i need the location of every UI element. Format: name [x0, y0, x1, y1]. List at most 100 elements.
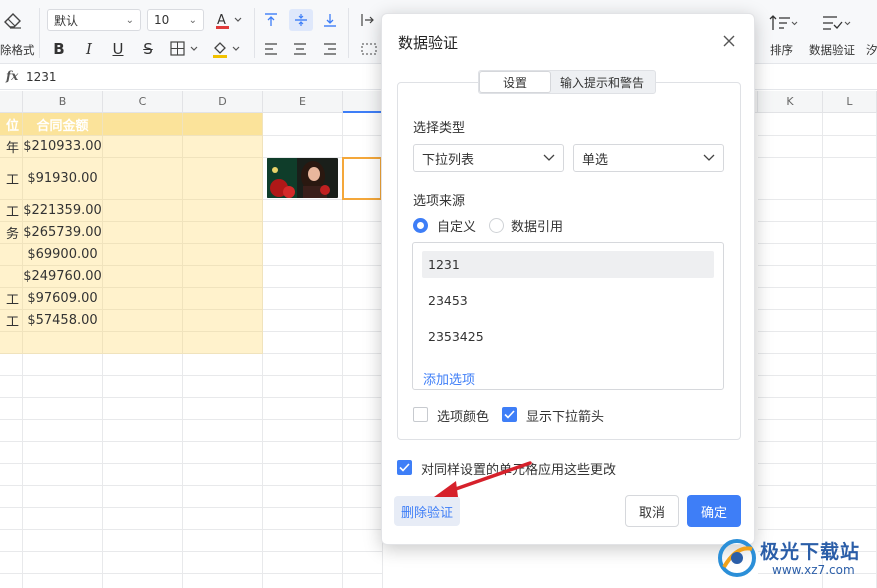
show-arrow-checkbox[interactable]	[502, 407, 517, 422]
sheet-cell[interactable]	[823, 486, 877, 508]
underline-icon[interactable]: U	[108, 38, 128, 60]
sheet-cell[interactable]	[758, 420, 823, 442]
sheet-cell[interactable]	[343, 442, 383, 464]
sheet-cell[interactable]	[103, 222, 183, 244]
sheet-cell[interactable]	[758, 464, 823, 486]
sheet-cell[interactable]	[103, 354, 183, 376]
bold-icon[interactable]: B	[49, 38, 69, 60]
sheet-cell[interactable]	[263, 266, 343, 288]
font-size-select[interactable]: 10 ⌄	[147, 9, 204, 31]
sheet-cell[interactable]	[263, 200, 343, 222]
sheet-cell-amount[interactable]: $57458.00	[23, 310, 103, 332]
sheet-cell[interactable]	[263, 354, 343, 376]
sheet-cell[interactable]	[263, 332, 343, 354]
sheet-cell[interactable]	[0, 464, 23, 486]
sheet-cell[interactable]	[23, 464, 103, 486]
sheet-cell[interactable]	[183, 530, 263, 552]
column-header-a[interactable]	[0, 91, 23, 113]
sheet-cell-a[interactable]: 工	[0, 158, 23, 200]
sheet-cell[interactable]	[263, 464, 343, 486]
fill-color-icon[interactable]	[210, 38, 246, 60]
column-header-c[interactable]: C	[103, 91, 183, 113]
sheet-cell[interactable]	[23, 486, 103, 508]
sheet-cell[interactable]	[263, 398, 343, 420]
sheet-cell-a[interactable]: 工	[0, 288, 23, 310]
sheet-cell[interactable]	[0, 398, 23, 420]
sheet-cell[interactable]	[183, 158, 263, 200]
sheet-cell[interactable]	[183, 354, 263, 376]
sheet-cell[interactable]	[263, 376, 343, 398]
sheet-cell[interactable]	[823, 464, 877, 486]
sheet-cell[interactable]	[0, 420, 23, 442]
sheet-cell[interactable]	[103, 136, 183, 158]
sheet-cell[interactable]	[23, 332, 103, 354]
sheet-cell-a[interactable]	[0, 266, 23, 288]
data-validation-icon[interactable]	[818, 12, 854, 34]
sheet-cell[interactable]	[343, 486, 383, 508]
align-bottom-icon[interactable]	[320, 9, 340, 31]
radio-custom-label[interactable]: 自定义	[437, 216, 476, 235]
sheet-cell[interactable]	[183, 136, 263, 158]
add-option-link[interactable]: 添加选项	[423, 369, 475, 388]
sheet-cell[interactable]	[183, 574, 263, 588]
sheet-cell[interactable]	[343, 244, 383, 266]
sheet-cell[interactable]	[103, 464, 183, 486]
selection-mode-select[interactable]: 单选	[573, 144, 724, 172]
sheet-cell[interactable]	[23, 376, 103, 398]
italic-icon[interactable]: I	[79, 38, 99, 60]
sheet-cell[interactable]	[823, 508, 877, 530]
align-top-icon[interactable]	[261, 9, 281, 31]
sheet-cell[interactable]	[23, 574, 103, 588]
sheet-cell[interactable]	[0, 332, 23, 354]
toolbar-edge-label[interactable]: 汐	[866, 42, 877, 58]
header-cell-a[interactable]: 位	[0, 113, 23, 136]
sort-icon[interactable]	[766, 12, 800, 34]
sort-label[interactable]: 排序	[770, 42, 793, 58]
sheet-cell-amount[interactable]: $97609.00	[23, 288, 103, 310]
sheet-cell[interactable]	[758, 222, 823, 244]
option-item[interactable]: 1231	[422, 251, 714, 278]
sheet-cell[interactable]	[823, 376, 877, 398]
sheet-cell[interactable]	[758, 200, 823, 222]
sheet-cell[interactable]	[758, 136, 823, 158]
sheet-cell[interactable]	[758, 113, 823, 136]
column-header-k[interactable]: K	[758, 91, 823, 113]
sheet-cell[interactable]	[823, 113, 877, 136]
column-header-b[interactable]: B	[23, 91, 103, 113]
align-left-icon[interactable]	[261, 39, 281, 59]
sheet-cell[interactable]	[103, 552, 183, 574]
sheet-cell[interactable]	[823, 442, 877, 464]
sheet-cell[interactable]	[343, 398, 383, 420]
sheet-cell[interactable]	[343, 464, 383, 486]
sheet-cell[interactable]	[823, 310, 877, 332]
sheet-cell[interactable]	[758, 354, 823, 376]
sheet-cell[interactable]	[183, 508, 263, 530]
sheet-cell[interactable]	[23, 398, 103, 420]
sheet-cell[interactable]	[0, 552, 23, 574]
sheet-cell[interactable]	[343, 310, 383, 332]
sheet-cell[interactable]	[103, 266, 183, 288]
sheet-cell-a[interactable]: 务	[0, 222, 23, 244]
sheet-cell[interactable]	[343, 376, 383, 398]
strikethrough-icon[interactable]: S	[138, 38, 158, 60]
align-right-icon[interactable]	[320, 39, 340, 59]
sheet-cell-amount[interactable]: $221359.00	[23, 200, 103, 222]
option-item[interactable]: 2353425	[422, 323, 714, 350]
sheet-cell[interactable]	[183, 288, 263, 310]
sheet-cell[interactable]	[103, 200, 183, 222]
sheet-cell-a[interactable]: 工	[0, 310, 23, 332]
sheet-cell[interactable]	[263, 508, 343, 530]
sheet-cell[interactable]	[343, 288, 383, 310]
sheet-cell[interactable]	[183, 222, 263, 244]
sheet-cell[interactable]	[183, 486, 263, 508]
sheet-cell[interactable]	[343, 420, 383, 442]
sheet-cell[interactable]	[758, 332, 823, 354]
font-color-icon[interactable]: A	[212, 9, 246, 31]
tab-input-hint[interactable]: 输入提示和警告	[550, 72, 654, 92]
sheet-cell[interactable]	[23, 508, 103, 530]
sheet-cell[interactable]	[183, 332, 263, 354]
sheet-cell[interactable]	[823, 288, 877, 310]
sheet-cell[interactable]	[183, 376, 263, 398]
sheet-cell[interactable]	[103, 158, 183, 200]
sheet-cell[interactable]	[263, 244, 343, 266]
